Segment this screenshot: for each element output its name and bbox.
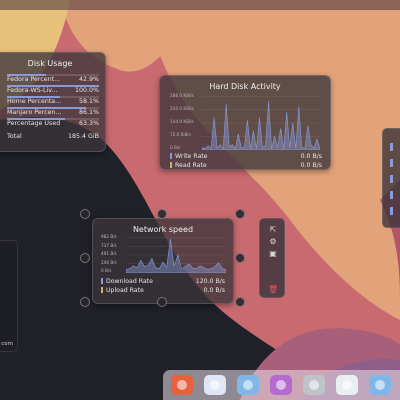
tick-label: 982 B/s — [101, 234, 117, 239]
disk-usage-row: Percentage Used 63.3% — [0, 118, 105, 129]
tick-label: 288.0 KiB/s — [170, 93, 194, 98]
disk-usage-row: Manjaro Percen... 86.1% — [0, 107, 105, 118]
disk-usage-label: Fedora-WS-Liv... — [7, 87, 58, 94]
legend-value: 0.0 B/s — [300, 153, 322, 160]
hdd-legend-row: Write Rate 0.0 B/s — [170, 152, 322, 161]
files-icon[interactable] — [369, 375, 391, 395]
resize-handle-top-left[interactable] — [80, 209, 90, 219]
disk-usage-value: 42.9% — [78, 76, 99, 83]
resize-handle-top-right[interactable] — [235, 209, 245, 219]
disk-usage-label: Manjaro Percen... — [7, 109, 62, 116]
tick-label: 144.0 KiB/s — [170, 119, 194, 124]
folder-icon[interactable] — [237, 375, 259, 395]
hdd-chart — [202, 96, 320, 150]
tick-label: 0 B/s — [170, 145, 181, 150]
pin-icon[interactable]: ⇱ — [268, 225, 278, 235]
monitor-icon[interactable] — [336, 375, 358, 395]
tick-label: 72.0 KiB/s — [170, 132, 192, 137]
legend-value: 120.0 B/s — [195, 278, 225, 285]
legend-label: Upload Rate — [106, 287, 144, 294]
legend-value: 0.0 B/s — [300, 162, 322, 169]
disk-usage-label: Fedora Percent... — [7, 76, 61, 83]
widget-edit-toolbar: ⇱ ⚙ ▣ 🗑 — [259, 218, 285, 298]
disk-usage-bar — [7, 107, 99, 109]
legend-label: Download Rate — [106, 278, 153, 285]
tick-label: 491 B/s — [101, 251, 117, 256]
disk-usage-bar — [7, 74, 99, 76]
legend-label: Write Rate — [175, 153, 208, 160]
disk-usage-bar — [7, 118, 99, 120]
resize-handle-bottom-right[interactable] — [235, 297, 245, 307]
resize-handle-bottom-left[interactable] — [80, 297, 90, 307]
disk-usage-row: Home Percenta... 58.1% — [0, 96, 105, 107]
series-area — [126, 238, 226, 273]
disk-total-row: Total 185.4 GiB — [0, 131, 105, 142]
disk-usage-widget[interactable]: Disk Usage Fedora Percent... 42.9% Fedora-… — [0, 52, 106, 152]
top-panel — [0, 0, 400, 10]
net-legend-row: Download Rate 120.0 B/s — [101, 277, 225, 286]
tick-label: 216.0 KiB/s — [170, 106, 194, 111]
disk-usage-label: Percentage Used — [7, 120, 61, 127]
disk-total-value: 185.4 GiB — [68, 133, 99, 140]
resize-handle-left[interactable] — [80, 253, 90, 263]
tick-label: 0 B/s — [101, 268, 112, 273]
network-speed-widget[interactable]: Network speed 982 B/s 737 B/s 491 B/s 246 B… — [92, 218, 234, 304]
resize-handle-bottom[interactable] — [157, 297, 167, 307]
disk-usage-value: 86.1% — [78, 109, 99, 116]
settings-icon[interactable] — [303, 375, 325, 395]
legend-swatch — [170, 162, 172, 168]
left-widget-text: com — [1, 341, 13, 347]
browser-icon[interactable] — [204, 375, 226, 395]
settings-icon[interactable]: ⚙ — [268, 237, 278, 247]
dock — [163, 370, 400, 400]
legend-label: Read Rate — [175, 162, 207, 169]
disk-total-label: Total — [7, 133, 22, 140]
net-title: Network speed — [132, 225, 194, 234]
firefox-icon[interactable] — [171, 375, 193, 395]
disk-usage-label: Home Percenta... — [7, 98, 62, 105]
disk-usage-title: Disk Usage — [27, 59, 73, 68]
tick-label: 737 B/s — [101, 242, 117, 248]
hard-disk-activity-widget[interactable]: Hard Disk Activity 288.0 KiB/s 216.0 KiB/… — [159, 75, 331, 170]
resize-handle-top[interactable] — [157, 209, 167, 219]
disk-usage-bar — [7, 96, 99, 98]
net-chart — [126, 237, 226, 273]
store-icon[interactable] — [270, 375, 292, 395]
disk-usage-value: 58.1% — [78, 98, 99, 105]
right-widget-partial — [382, 128, 400, 228]
left-widget-partial: com — [0, 240, 18, 352]
resize-handle-right[interactable] — [235, 253, 245, 263]
disk-usage-row: Fedora-WS-Liv... 100.0% — [0, 85, 105, 96]
legend-swatch — [170, 153, 172, 159]
disk-usage-value: 100.0% — [74, 87, 99, 94]
hdd-legend-row: Read Rate 0.0 B/s — [170, 161, 322, 170]
trash-icon[interactable]: 🗑 — [268, 285, 278, 295]
disk-usage-value: 63.3% — [78, 120, 99, 127]
tick-label: 246 B/s — [101, 259, 117, 265]
series-area — [202, 101, 320, 150]
disk-usage-bar — [7, 85, 99, 87]
legend-swatch — [101, 278, 103, 284]
net-legend-row: Upload Rate 0.0 B/s — [101, 286, 225, 295]
disk-usage-row: Fedora Percent... 42.9% — [0, 74, 105, 85]
legend-swatch — [101, 287, 103, 293]
legend-value: 0.0 B/s — [203, 287, 225, 294]
hdd-title: Hard Disk Activity — [209, 82, 281, 91]
screen-icon[interactable]: ▣ — [268, 249, 278, 259]
